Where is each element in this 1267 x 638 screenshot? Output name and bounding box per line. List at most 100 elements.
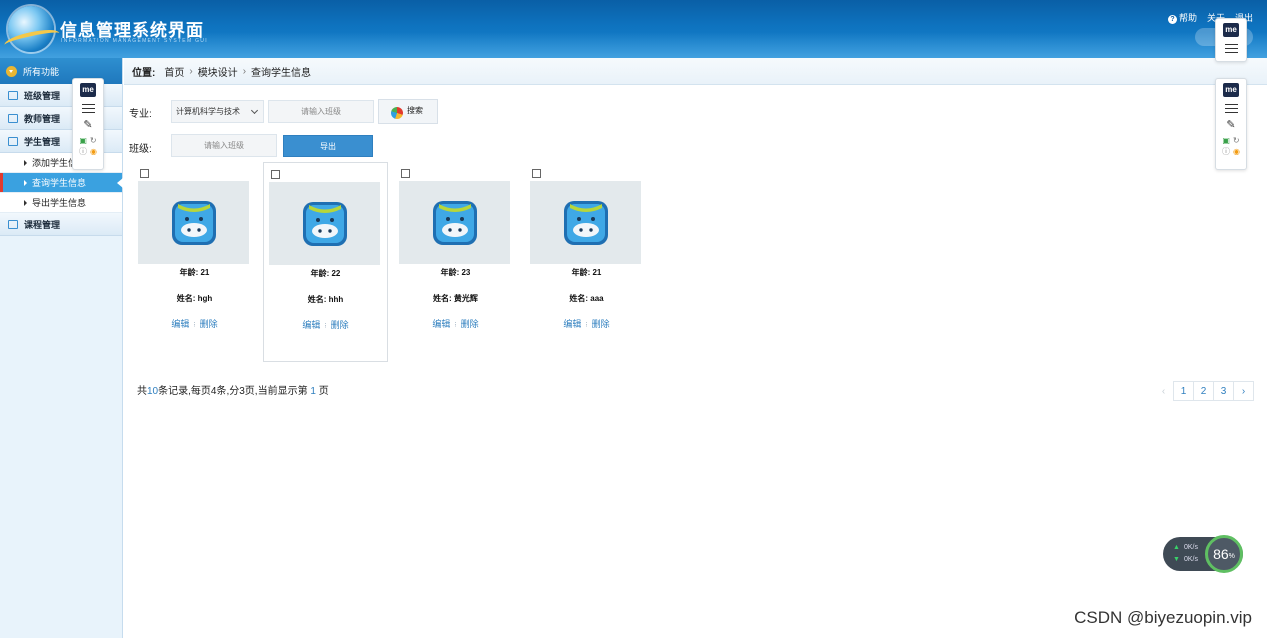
student-photo [399, 181, 510, 264]
sidebar: 所有功能 班级管理 教师管理 学生管理 添加学生信息 查询学生信息 导出学生信息… [0, 58, 123, 638]
watermark: CSDN @biyezuopin.vip [1074, 608, 1252, 627]
screen-icon[interactable]: ▣ [1222, 136, 1230, 145]
me-extension-icon[interactable]: me [1223, 83, 1239, 97]
student-name: 姓名: 黄光辉 [433, 294, 478, 303]
prev-page-button[interactable]: ‹ [1153, 381, 1174, 401]
divider: ⁝ [454, 322, 457, 329]
page-button-2[interactable]: 2 [1193, 381, 1214, 401]
student-age: 年龄: 22 [310, 269, 341, 278]
caret-right-icon [24, 159, 27, 166]
edit-icon [8, 113, 18, 123]
page-button-1[interactable]: 1 [1173, 381, 1194, 401]
student-name: 姓名: aaa [569, 294, 604, 303]
class-input-secondary[interactable]: 请输入班级 [171, 134, 277, 157]
delete-link[interactable]: 删除 [461, 319, 479, 329]
student-card: 年龄: 21 姓名: aaa 编辑 ⁝ 删除 [530, 162, 655, 362]
memory-gauge: 86% [1205, 535, 1243, 573]
class-label: 班级: [129, 144, 152, 155]
app-header: 信息管理系统界面 INFORMATION MANAGEMENT SYSTEM G… [0, 0, 1267, 58]
chat-icon [8, 219, 18, 229]
delete-link[interactable]: 删除 [592, 319, 610, 329]
current-page: 1 [310, 386, 316, 397]
edit-link[interactable]: 编辑 [432, 319, 450, 329]
help-link[interactable]: ? 帮助 [1167, 11, 1197, 24]
menu-icon[interactable] [1224, 104, 1238, 113]
sidebar-group-course[interactable]: 课程管理 [0, 213, 122, 236]
edit-link[interactable]: 编辑 [171, 319, 189, 329]
next-page-button[interactable]: › [1233, 381, 1254, 401]
divider: ⁝ [324, 323, 327, 330]
globe-logo-icon [3, 6, 61, 52]
screen-icon[interactable]: ▣ [79, 136, 87, 145]
edit-link[interactable]: 编辑 [302, 320, 320, 330]
student-photo [269, 182, 380, 265]
network-speed-widget[interactable]: ▲ 0K/s ▼ 0K/s 86% [1163, 535, 1243, 573]
info-icon[interactable]: ⓘ [79, 147, 87, 156]
delete-link[interactable]: 删除 [331, 320, 349, 330]
extension-toolbar-right: me ✎ ▣ ↻ ⓘ ◉ [1215, 78, 1247, 170]
student-age: 年龄: 23 [440, 268, 471, 277]
eye-icon[interactable]: ◉ [1233, 147, 1240, 156]
select-checkbox[interactable] [532, 169, 541, 178]
total-records: 10 [147, 386, 159, 397]
card-actions: 编辑 ⁝ 删除 [269, 318, 382, 331]
student-name: 姓名: hhh [307, 295, 344, 304]
select-checkbox[interactable] [271, 170, 280, 179]
breadcrumb-current: 查询学生信息 [251, 67, 312, 79]
breadcrumb-label: 位置: [132, 67, 156, 79]
breadcrumb-module[interactable]: 模块设计 [198, 64, 238, 79]
caret-right-icon [24, 199, 27, 206]
download-icon: ▼ [1173, 556, 1180, 563]
calendar-icon [8, 136, 18, 146]
menu-icon[interactable] [1224, 44, 1238, 53]
breadcrumb: 位置: 首页 › 模块设计 › 查询学生信息 [124, 58, 1267, 85]
class-input[interactable]: 请输入班级 [268, 100, 374, 123]
eye-icon[interactable]: ◉ [90, 147, 97, 156]
select-checkbox[interactable] [140, 169, 149, 178]
select-checkbox[interactable] [401, 169, 410, 178]
chevron-down-icon [250, 106, 259, 114]
pagination-summary: 共10条记录,每页4条,分3页,当前显示第 1 页 [137, 386, 329, 397]
refresh-icon[interactable]: ↻ [90, 136, 97, 145]
student-card: 年龄: 22 姓名: hhh 编辑 ⁝ 删除 [263, 162, 388, 362]
sidebar-item-export-student[interactable]: 导出学生信息 [0, 193, 122, 213]
caret-right-icon [24, 179, 27, 186]
cow-avatar-icon [171, 200, 216, 245]
student-name: 姓名: hgh [176, 294, 213, 303]
app-subtitle: INFORMATION MANAGEMENT SYSTEM GUI [61, 38, 208, 44]
major-select[interactable]: 计算机科学与技术 [171, 100, 264, 123]
pagination: ‹ 1 2 3 › [1153, 381, 1254, 401]
page-button-3[interactable]: 3 [1213, 381, 1234, 401]
delete-link[interactable]: 删除 [200, 319, 218, 329]
monitor-icon [8, 90, 18, 100]
extension-toolbar: me ✎ ▣ ↻ ⓘ ◉ [72, 78, 104, 170]
divider: ⁝ [585, 322, 588, 329]
search-button[interactable]: 搜索 [378, 99, 438, 124]
info-icon[interactable]: ⓘ [1222, 147, 1230, 156]
cow-avatar-icon [432, 200, 477, 245]
card-actions: 编辑 ⁝ 删除 [530, 317, 643, 330]
pie-chart-icon [391, 107, 403, 119]
student-age: 年龄: 21 [571, 268, 602, 277]
me-extension-icon[interactable]: me [80, 83, 96, 97]
breadcrumb-home[interactable]: 首页 [164, 64, 184, 79]
refresh-icon[interactable]: ↻ [1233, 136, 1240, 145]
card-actions: 编辑 ⁝ 删除 [138, 317, 251, 330]
upload-icon: ▲ [1173, 544, 1180, 551]
extension-toolbar-top: me [1215, 18, 1247, 62]
student-age: 年龄: 21 [179, 268, 210, 277]
menu-icon[interactable] [81, 104, 95, 113]
student-card: 年龄: 21 姓名: hgh 编辑 ⁝ 删除 [138, 162, 263, 362]
export-button[interactable]: 导出 [283, 135, 373, 157]
chevron-down-circle-icon [6, 65, 17, 77]
edit-link[interactable]: 编辑 [563, 319, 581, 329]
me-extension-icon[interactable]: me [1223, 23, 1239, 37]
sidebar-item-query-student[interactable]: 查询学生信息 [0, 173, 123, 193]
magic-wand-icon[interactable]: ✎ [81, 119, 95, 131]
student-photo [138, 181, 249, 264]
help-icon: ? [1167, 15, 1177, 24]
breadcrumb-separator: › [242, 65, 247, 77]
magic-wand-icon[interactable]: ✎ [1224, 119, 1238, 131]
divider: ⁝ [193, 322, 196, 329]
cow-avatar-icon [563, 200, 608, 245]
